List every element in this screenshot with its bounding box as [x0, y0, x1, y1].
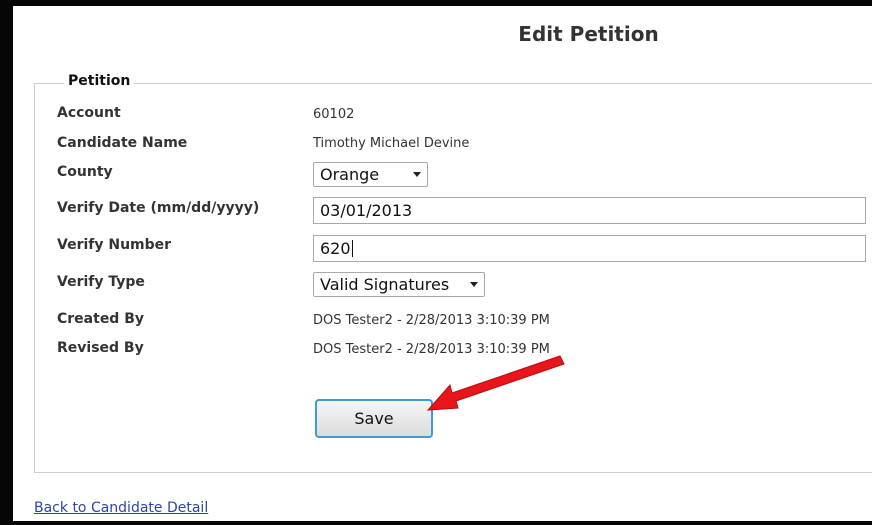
verify-date-value: 03/01/2013	[320, 201, 413, 220]
candidate-name-label: Candidate Name	[57, 135, 188, 151]
revised-by-value: DOS Tester2 - 2/28/2013 3:10:39 PM	[313, 342, 550, 357]
petition-legend: Petition	[64, 73, 135, 89]
created-by-label: Created By	[57, 311, 145, 327]
county-selected-value: Orange	[320, 165, 380, 184]
page-title: Edit Petition	[518, 22, 659, 46]
save-button[interactable]: Save	[315, 399, 433, 438]
verify-type-label: Verify Type	[57, 274, 145, 290]
verify-type-select[interactable]: Valid Signatures	[313, 272, 485, 297]
verify-date-input[interactable]: 03/01/2013	[313, 197, 866, 224]
screenshot-frame-left	[0, 0, 13, 525]
screenshot-frame-bottom	[0, 521, 872, 525]
verify-number-input[interactable]: 620	[313, 235, 866, 262]
verify-type-selected-value: Valid Signatures	[320, 275, 450, 294]
chevron-down-icon	[413, 172, 421, 177]
county-select[interactable]: Orange	[313, 162, 428, 187]
chevron-down-icon	[470, 282, 478, 287]
verify-date-label: Verify Date (mm/dd/yyyy)	[57, 200, 260, 216]
revised-by-label: Revised By	[57, 340, 144, 356]
account-value: 60102	[313, 107, 355, 122]
account-label: Account	[57, 105, 121, 121]
back-to-candidate-detail-link[interactable]: Back to Candidate Detail	[34, 500, 208, 516]
created-by-value: DOS Tester2 - 2/28/2013 3:10:39 PM	[313, 313, 550, 328]
verify-number-label: Verify Number	[57, 237, 172, 253]
county-label: County	[57, 164, 113, 180]
screenshot-frame-top	[0, 0, 872, 6]
text-cursor	[351, 240, 353, 257]
verify-number-value: 620	[320, 239, 351, 258]
candidate-name-value: Timothy Michael Devine	[313, 136, 470, 151]
